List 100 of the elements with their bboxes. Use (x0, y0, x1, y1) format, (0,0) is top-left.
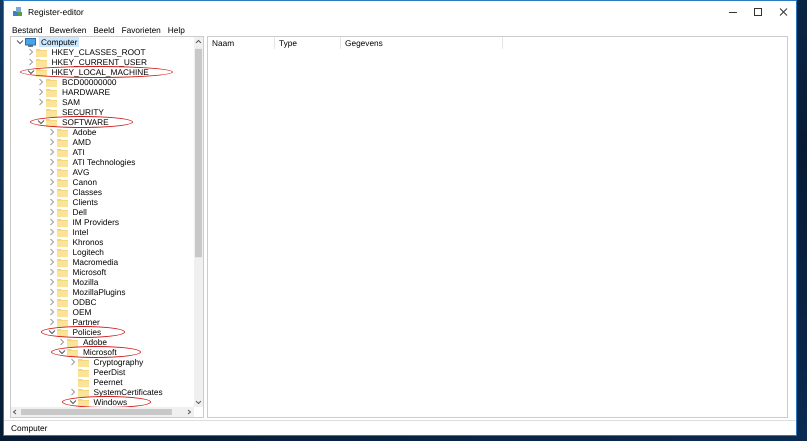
folder-icon (56, 228, 68, 236)
folder-icon (67, 348, 78, 356)
chevron-right-icon[interactable] (48, 188, 56, 196)
folder-icon (46, 88, 57, 96)
tree-item[interactable]: AVG (70, 167, 92, 177)
menu-item[interactable]: Bewerken (49, 24, 86, 34)
tree-item[interactable]: Microsoft (81, 347, 119, 357)
tree-item[interactable]: Khronos (70, 237, 106, 247)
chevron-down-icon[interactable] (16, 38, 24, 46)
chevron-right-icon[interactable] (48, 228, 56, 236)
tree-item[interactable]: BCD00000000 (60, 77, 118, 87)
tree-item[interactable]: PeerDist (92, 367, 128, 377)
column-header[interactable]: Type (275, 37, 341, 49)
tree-item[interactable]: HKEY_LOCAL_MACHINE (50, 67, 151, 77)
chevron-right-icon[interactable] (48, 278, 56, 286)
tree-item[interactable]: SystemCertificates (92, 387, 165, 397)
folder-icon (78, 368, 88, 376)
folder-icon (56, 178, 68, 186)
tree-item[interactable]: Logitech (70, 247, 106, 257)
tree-item[interactable]: ODBC (70, 297, 98, 307)
tree-item[interactable]: SECURITY (60, 107, 106, 117)
column-header[interactable]: Gegevens (341, 37, 503, 49)
tree-item[interactable]: Computer (39, 37, 80, 47)
chevron-right-icon[interactable] (48, 178, 56, 186)
menu-item[interactable]: Bestand (12, 24, 42, 34)
chevron-right-icon[interactable] (48, 268, 56, 276)
computer-icon (25, 38, 36, 46)
chevron-down-icon[interactable] (26, 68, 34, 76)
folder-icon (56, 188, 68, 196)
folder-icon (56, 318, 68, 326)
folder-icon (56, 198, 68, 206)
chevron-down-icon[interactable] (58, 348, 66, 356)
chevron-right-icon[interactable] (26, 48, 34, 56)
chevron-right-icon[interactable] (37, 98, 45, 106)
chevron-right-icon[interactable] (48, 248, 56, 256)
chevron-right-icon[interactable] (68, 358, 76, 366)
chevron-down-icon[interactable] (68, 398, 76, 406)
folder-icon (56, 258, 68, 266)
chevron-right-icon[interactable] (48, 148, 56, 156)
folder-icon (46, 108, 57, 116)
column-header[interactable]: Naam (208, 37, 275, 49)
chevron-down-icon[interactable] (48, 328, 56, 336)
window-title: Register-editor (28, 7, 84, 17)
folder-icon (56, 308, 68, 316)
tree-item[interactable]: Clients (70, 197, 100, 207)
tree-item[interactable]: Classes (70, 187, 104, 197)
chevron-right-icon[interactable] (48, 208, 56, 216)
chevron-right-icon[interactable] (48, 308, 56, 316)
tree-item[interactable]: Partner (70, 317, 102, 327)
tree-item[interactable]: SAM (60, 97, 82, 107)
folder-icon (56, 268, 68, 276)
tree-item[interactable]: ATI (70, 147, 87, 157)
tree-item[interactable]: ATI Technologies (70, 157, 138, 167)
chevron-right-icon[interactable] (48, 258, 56, 266)
folder-icon (46, 78, 57, 86)
menu-item[interactable]: Favorieten (122, 24, 161, 34)
tree-item[interactable]: Microsoft (70, 267, 108, 277)
tree-item[interactable]: Dell (70, 207, 89, 217)
tree-item[interactable]: Adobe (81, 337, 109, 347)
folder-icon (36, 58, 46, 66)
chevron-right-icon[interactable] (48, 168, 56, 176)
vertical-scrollbar[interactable] (194, 37, 203, 407)
tree-item[interactable]: HARDWARE (60, 87, 112, 97)
chevron-right-icon[interactable] (48, 198, 56, 206)
tree-item[interactable]: MozillaPlugins (70, 287, 128, 297)
chevron-right-icon[interactable] (48, 138, 56, 146)
chevron-right-icon[interactable] (48, 158, 56, 166)
chevron-right-icon[interactable] (48, 238, 56, 246)
menu-item[interactable]: Help (168, 24, 185, 34)
tree-item[interactable]: IM Providers (70, 217, 122, 227)
chevron-right-icon[interactable] (48, 218, 56, 226)
folder-icon (56, 298, 68, 306)
tree-item[interactable]: Intel (70, 227, 90, 237)
tree-item[interactable]: HKEY_CLASSES_ROOT (50, 47, 148, 57)
tree-item[interactable]: OEM (70, 307, 94, 317)
tree-item[interactable]: Mozilla (70, 277, 100, 287)
chevron-down-icon[interactable] (37, 118, 45, 126)
folder-icon (56, 168, 68, 176)
folder-icon (56, 238, 68, 246)
folder-icon (78, 398, 88, 406)
tree-item[interactable]: Canon (70, 177, 99, 187)
folder-icon (56, 148, 68, 156)
tree-item[interactable]: Macromedia (70, 257, 120, 267)
chevron-right-icon[interactable] (37, 78, 45, 86)
menu-item[interactable]: Beeld (93, 24, 115, 34)
folder-icon (56, 138, 68, 146)
horizontal-scrollbar[interactable] (11, 407, 194, 417)
tree-item[interactable]: HKEY_CURRENT_USER (50, 57, 149, 67)
tree-item[interactable]: SOFTWARE (60, 117, 111, 127)
tree-item[interactable]: AMD (70, 137, 93, 147)
tree-item[interactable]: Peernet (92, 377, 125, 387)
chevron-right-icon[interactable] (37, 88, 45, 96)
tree-item[interactable]: Policies (70, 327, 104, 337)
tree-item[interactable]: Windows (92, 397, 130, 407)
chevron-right-icon[interactable] (48, 298, 56, 306)
chevron-right-icon[interactable] (48, 128, 56, 136)
folder-icon (46, 118, 57, 126)
tree-item[interactable]: Cryptography (92, 357, 146, 367)
tree-item[interactable]: Adobe (70, 127, 98, 137)
chevron-right-icon[interactable] (48, 288, 56, 296)
